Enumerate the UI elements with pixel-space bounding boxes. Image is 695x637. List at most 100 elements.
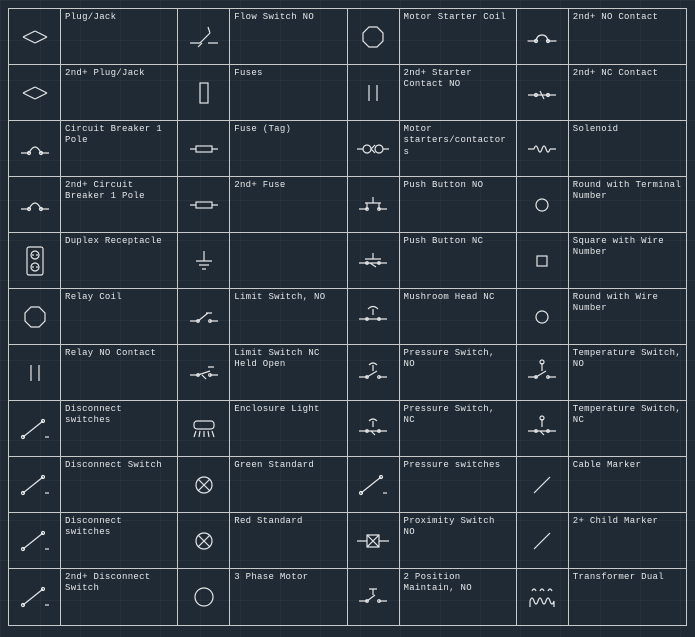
symbol-palette: Plug/Jack Flow Switch NO Motor Starter Coi…: [8, 8, 687, 626]
symbol-cell[interactable]: Mushroom Head NC: [348, 289, 517, 345]
symbol-cell[interactable]: Flow Switch NO: [178, 9, 347, 65]
symbol-label: Temperature Switch, NO: [569, 345, 686, 400]
proximity-icon: [348, 513, 400, 568]
pressure-no-icon: [348, 345, 400, 400]
symbol-cell[interactable]: Relay NO Contact: [9, 345, 178, 401]
symbol-cell[interactable]: Solenoid: [517, 121, 686, 177]
symbol-cell[interactable]: Circuit Breaker 1 Pole: [9, 121, 178, 177]
symbol-cell[interactable]: Motor Starter Coil: [348, 9, 517, 65]
breaker-icon: [9, 177, 61, 232]
symbol-cell[interactable]: 2nd+ Disconnect Switch: [9, 569, 178, 625]
pushbutton-no-icon: [348, 177, 400, 232]
symbol-cell[interactable]: Round with Wire Number: [517, 289, 686, 345]
no-contact-icon: [517, 9, 569, 64]
symbol-cell[interactable]: 3 Phase Motor: [178, 569, 347, 625]
square-icon: [517, 233, 569, 288]
symbol-label: Plug/Jack: [61, 9, 177, 64]
symbol-cell[interactable]: Round with Terminal Number: [517, 177, 686, 233]
temp-nc-icon: [517, 401, 569, 456]
symbol-cell[interactable]: Limit Switch NC Held Open: [178, 345, 347, 401]
pressure-nc-icon: [348, 401, 400, 456]
symbol-cell[interactable]: 2+ Child Marker: [517, 513, 686, 569]
contact-parallel-icon: [9, 345, 61, 400]
symbol-label: Red Standard: [230, 513, 346, 568]
fuse-bar-icon: [178, 121, 230, 176]
symbol-cell[interactable]: Fuses: [178, 65, 347, 121]
symbol-label: Green Standard: [230, 457, 346, 512]
symbol-label: Proximity Switch NO: [400, 513, 516, 568]
symbol-cell[interactable]: Proximity Switch NO: [348, 513, 517, 569]
enclosure-light-icon: [178, 401, 230, 456]
lamp-icon: [178, 513, 230, 568]
coil-octagon-icon: [9, 289, 61, 344]
symbol-label: Relay Coil: [61, 289, 177, 344]
symbol-cell[interactable]: Temperature Switch, NC: [517, 401, 686, 457]
symbol-label: Limit Switch NC Held Open: [230, 345, 346, 400]
symbol-cell[interactable]: Disconnect Switch: [9, 457, 178, 513]
symbol-cell[interactable]: 2nd+ NC Contact: [517, 65, 686, 121]
symbol-label: Mushroom Head NC: [400, 289, 516, 344]
ground-icon: [178, 233, 230, 288]
symbol-cell[interactable]: Disconnect switches: [9, 513, 178, 569]
symbol-cell[interactable]: Pressure Switch, NC: [348, 401, 517, 457]
breaker-icon: [9, 121, 61, 176]
symbol-label: Duplex Receptacle: [61, 233, 177, 288]
symbol-label: [230, 233, 346, 288]
disconnect-icon: [9, 569, 61, 625]
symbol-label: Transformer Dual: [569, 569, 686, 625]
symbol-label: Motor Starter Coil: [400, 9, 516, 64]
symbol-cell[interactable]: Transformer Dual: [517, 569, 686, 625]
symbol-cell[interactable]: Enclosure Light: [178, 401, 347, 457]
symbol-label: 2nd+ Disconnect Switch: [61, 569, 177, 625]
symbol-label: Disconnect switches: [61, 401, 177, 456]
transformer-icon: [517, 569, 569, 625]
symbol-cell[interactable]: Pressure Switch, NO: [348, 345, 517, 401]
symbol-label: Disconnect Switch: [61, 457, 177, 512]
symbol-label: Square with Wire Number: [569, 233, 686, 288]
symbol-label: Enclosure Light: [230, 401, 346, 456]
symbol-label: Temperature Switch, NC: [569, 401, 686, 456]
duplex-icon: [9, 233, 61, 288]
symbol-label: Pressure Switch, NC: [400, 401, 516, 456]
symbol-cell[interactable]: Limit Switch, NO: [178, 289, 347, 345]
symbol-cell[interactable]: 2 Position Maintain, NO: [348, 569, 517, 625]
symbol-cell[interactable]: [178, 233, 347, 289]
symbol-label: Motor starters/contactors: [400, 121, 516, 176]
symbol-label: 2nd+ Starter Contact NO: [400, 65, 516, 120]
symbol-label: Round with Wire Number: [569, 289, 686, 344]
symbol-label: 2nd+ NC Contact: [569, 65, 686, 120]
disconnect-icon: [9, 457, 61, 512]
symbol-cell[interactable]: Motor starters/contactors: [348, 121, 517, 177]
symbol-cell[interactable]: 2nd+ NO Contact: [517, 9, 686, 65]
flow-switch-icon: [178, 9, 230, 64]
symbol-cell[interactable]: Red Standard: [178, 513, 347, 569]
solenoid-icon: [517, 121, 569, 176]
symbol-cell[interactable]: 2nd+ Plug/Jack: [9, 65, 178, 121]
symbol-cell[interactable]: Duplex Receptacle: [9, 233, 178, 289]
symbol-cell[interactable]: Pressure switches: [348, 457, 517, 513]
symbol-cell[interactable]: 2nd+ Fuse: [178, 177, 347, 233]
nc-contact-icon: [517, 65, 569, 120]
symbol-label: 2 Position Maintain, NO: [400, 569, 516, 625]
symbol-cell[interactable]: Plug/Jack: [9, 9, 178, 65]
symbol-cell[interactable]: Fuse (Tag): [178, 121, 347, 177]
symbol-cell[interactable]: Relay Coil: [9, 289, 178, 345]
symbol-cell[interactable]: Green Standard: [178, 457, 347, 513]
symbol-label: Push Button NO: [400, 177, 516, 232]
disconnect-icon: [9, 513, 61, 568]
symbol-cell[interactable]: Square with Wire Number: [517, 233, 686, 289]
symbol-cell[interactable]: Disconnect switches: [9, 401, 178, 457]
symbol-cell[interactable]: Push Button NO: [348, 177, 517, 233]
selector-2pos-icon: [348, 569, 400, 625]
symbol-cell[interactable]: Push Button NC: [348, 233, 517, 289]
symbol-cell[interactable]: Temperature Switch, NO: [517, 345, 686, 401]
symbol-cell[interactable]: Cable Marker: [517, 457, 686, 513]
symbol-label: 2nd+ Fuse: [230, 177, 346, 232]
coil-octagon-icon: [348, 9, 400, 64]
fuse-bar-icon: [178, 177, 230, 232]
symbol-label: Limit Switch, NO: [230, 289, 346, 344]
symbol-cell[interactable]: 2nd+ Circuit Breaker 1 Pole: [9, 177, 178, 233]
symbol-cell[interactable]: 2nd+ Starter Contact NO: [348, 65, 517, 121]
symbol-label: Flow Switch NO: [230, 9, 346, 64]
limit-nc-held-icon: [178, 345, 230, 400]
